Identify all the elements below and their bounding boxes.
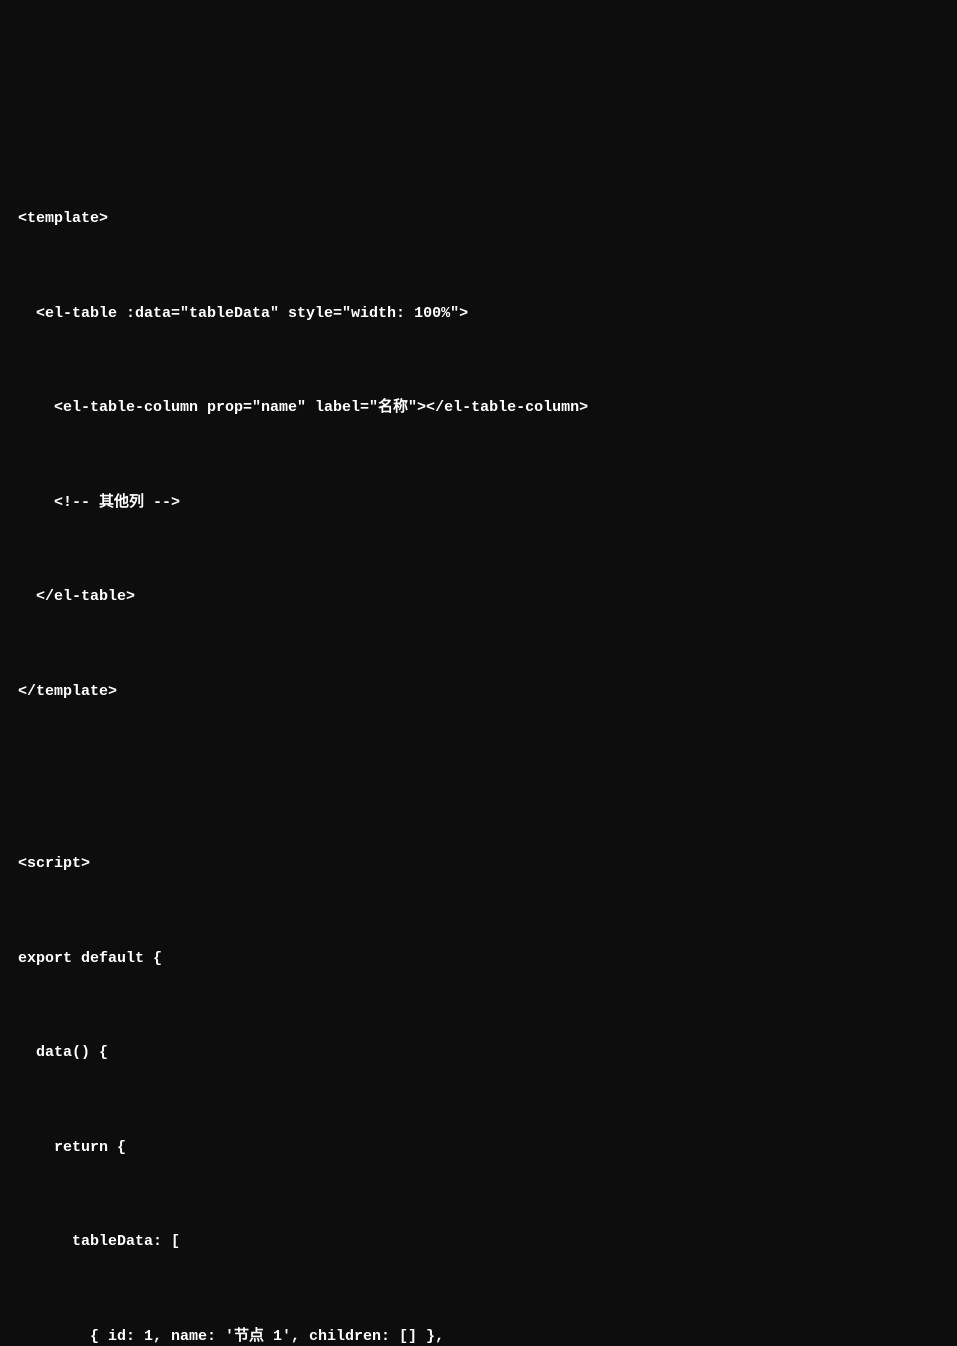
code-line: export default { — [18, 943, 939, 975]
code-line: tableData: [ — [18, 1226, 939, 1258]
code-line: <el-table :data="tableData" style="width… — [18, 298, 939, 330]
code-line: <el-table-column prop="name" label="名称">… — [18, 392, 939, 424]
code-block: <template> <el-table :data="tableData" s… — [18, 140, 939, 1346]
code-line: <template> — [18, 203, 939, 235]
code-line: </template> — [18, 676, 939, 708]
code-line: </el-table> — [18, 581, 939, 613]
code-line: return { — [18, 1132, 939, 1164]
code-line — [18, 770, 939, 785]
code-line: data() { — [18, 1037, 939, 1069]
code-line: <script> — [18, 848, 939, 880]
code-line: { id: 1, name: '节点 1', children: [] }, — [18, 1321, 939, 1346]
code-line: <!-- 其他列 --> — [18, 487, 939, 519]
